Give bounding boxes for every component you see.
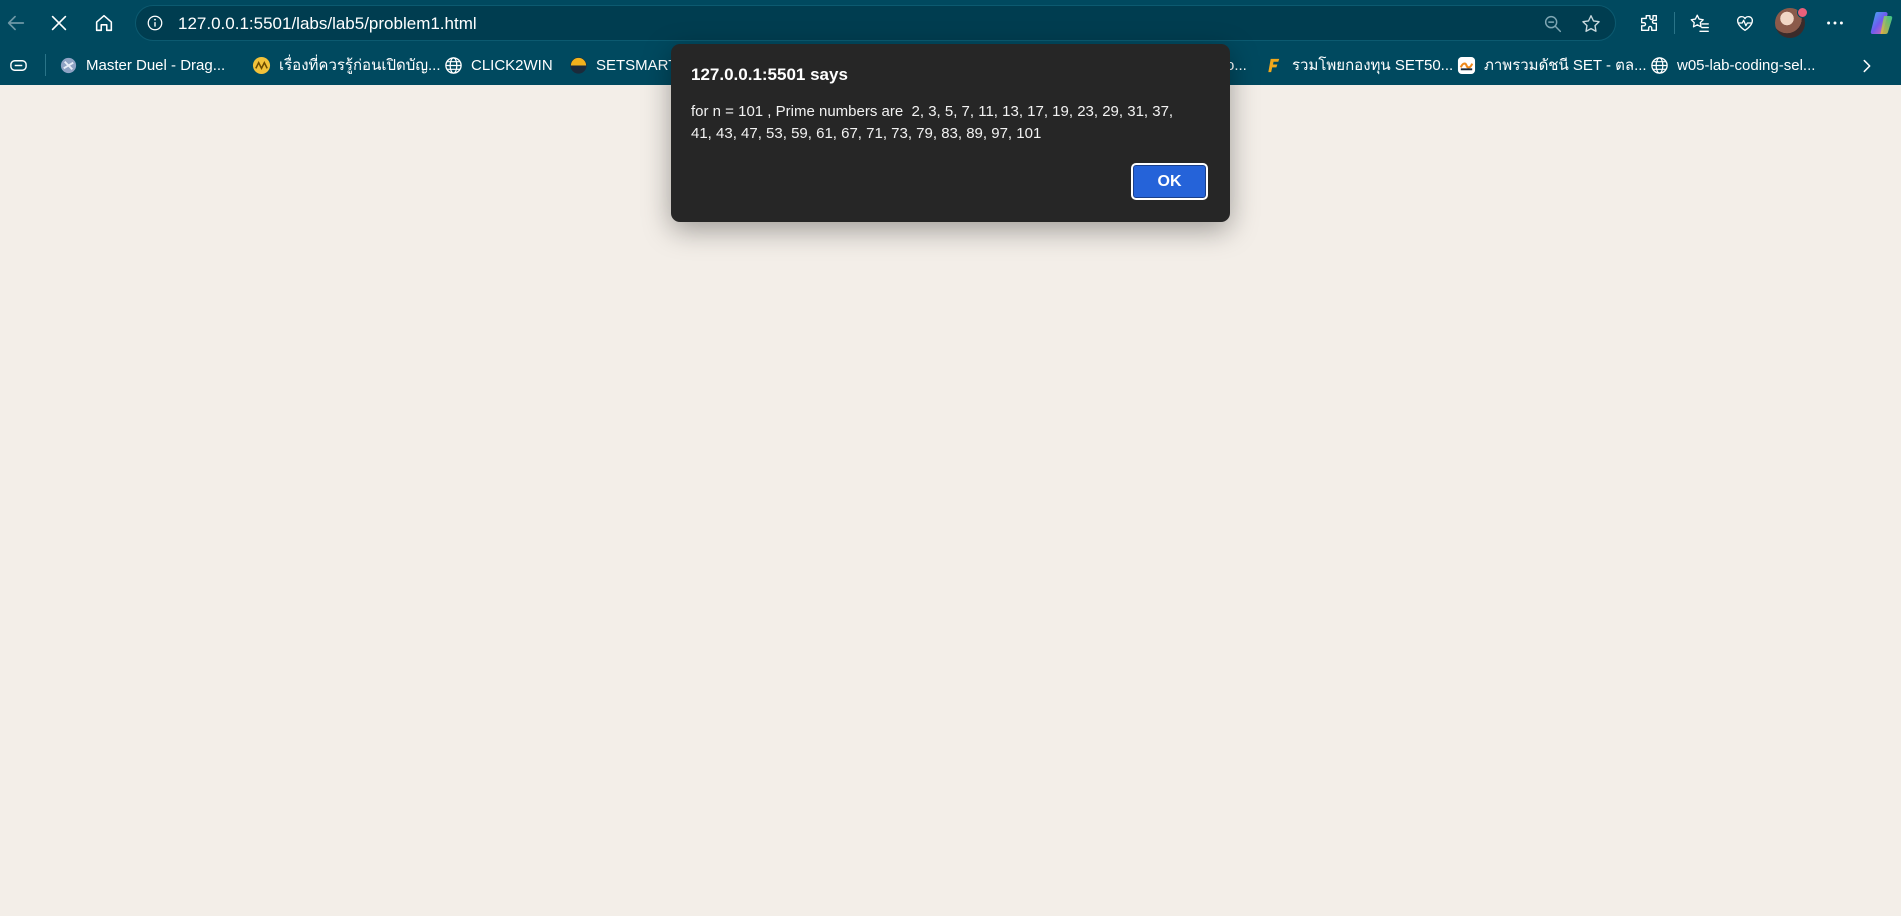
game-favicon (59, 56, 78, 75)
chart-favicon (1457, 56, 1476, 75)
dialog-message: for n = 101 , Prime numbers are 2, 3, 5,… (691, 101, 1211, 145)
back-arrow-icon (7, 15, 25, 31)
bookmark-label: w05-lab-coding-sel... (1677, 56, 1816, 74)
bookmark-label: CLICK2WIN (471, 56, 553, 74)
favorites-button[interactable] (1685, 8, 1715, 38)
dialog-title: 127.0.0.1:5501 says (691, 65, 848, 84)
bookmark-label: Master Duel - Drag... (86, 56, 226, 74)
globe-icon (444, 56, 463, 75)
bookmarks-manager-button[interactable] (9, 53, 28, 77)
bank-favicon (252, 56, 271, 75)
toolbar-divider (1674, 12, 1675, 34)
bookmark-label: ภาพรวมดัชนี SET - ตล... (1484, 57, 1647, 74)
site-info-icon[interactable] (146, 14, 164, 32)
extensions-button[interactable] (1634, 8, 1664, 38)
ok-button[interactable]: OK (1131, 163, 1208, 200)
collections-icon (9, 56, 28, 75)
profile-avatar[interactable] (1775, 7, 1808, 38)
home-button[interactable] (88, 7, 120, 39)
heart-pulse-icon (1736, 15, 1754, 32)
f-favicon (1265, 56, 1284, 75)
dialog-message-line: for n = 101 , Prime numbers are 2, 3, 5,… (691, 103, 1174, 120)
favorites-list-icon (1690, 14, 1709, 32)
zoom-icon[interactable] (1541, 12, 1565, 36)
bookmarks-divider (45, 54, 46, 76)
browser-toolbar: 127.0.0.1:5501/labs/lab5/problem1.html (0, 0, 1901, 45)
puzzle-icon (1640, 14, 1658, 32)
dialog-message-line: 41, 43, 47, 53, 59, 61, 67, 71, 73, 79, … (691, 125, 1042, 142)
bookmark-item[interactable]: CLICK2WIN (444, 53, 553, 77)
close-icon (51, 15, 67, 31)
more-bookmarks-button[interactable] (1856, 55, 1878, 77)
home-icon (95, 14, 113, 32)
bookmark-label: SETSMART (596, 56, 678, 74)
back-button[interactable] (0, 7, 32, 39)
notification-dot (1797, 7, 1808, 18)
bookmark-label: เรื่องที่ควรรู้ก่อนเปิดบัญ... (279, 57, 441, 74)
bookmark-item[interactable]: Master Duel - Drag... (59, 53, 225, 77)
copilot-icon[interactable] (1869, 10, 1895, 36)
favorite-star-icon[interactable] (1579, 12, 1603, 36)
chevron-right-icon (1863, 59, 1871, 73)
bookmark-item[interactable]: SETSMART (569, 53, 677, 77)
settings-more-button[interactable] (1820, 8, 1850, 38)
bookmark-item[interactable]: รวมโพยกองทุน SET50... (1265, 53, 1453, 77)
address-bar[interactable]: 127.0.0.1:5501/labs/lab5/problem1.html (135, 5, 1616, 41)
stop-loading-button[interactable] (43, 7, 75, 39)
bookmark-label: รวมโพยกองทุน SET50... (1292, 57, 1454, 74)
bookmark-item[interactable]: เรื่องที่ควรรู้ก่อนเปิดบัญ... (252, 53, 441, 77)
globe-icon (1650, 56, 1669, 75)
more-dots-icon (1827, 21, 1843, 25)
bookmark-item[interactable]: ภาพรวมดัชนี SET - ตล... (1457, 53, 1647, 77)
bookmark-item[interactable]: w05-lab-coding-sel... (1650, 53, 1815, 77)
alert-dialog: 127.0.0.1:5501 says for n = 101 , Prime … (671, 44, 1230, 222)
set-favicon (569, 56, 588, 75)
browser-essentials-button[interactable] (1730, 8, 1760, 38)
url-text[interactable]: 127.0.0.1:5501/labs/lab5/problem1.html (178, 14, 477, 34)
